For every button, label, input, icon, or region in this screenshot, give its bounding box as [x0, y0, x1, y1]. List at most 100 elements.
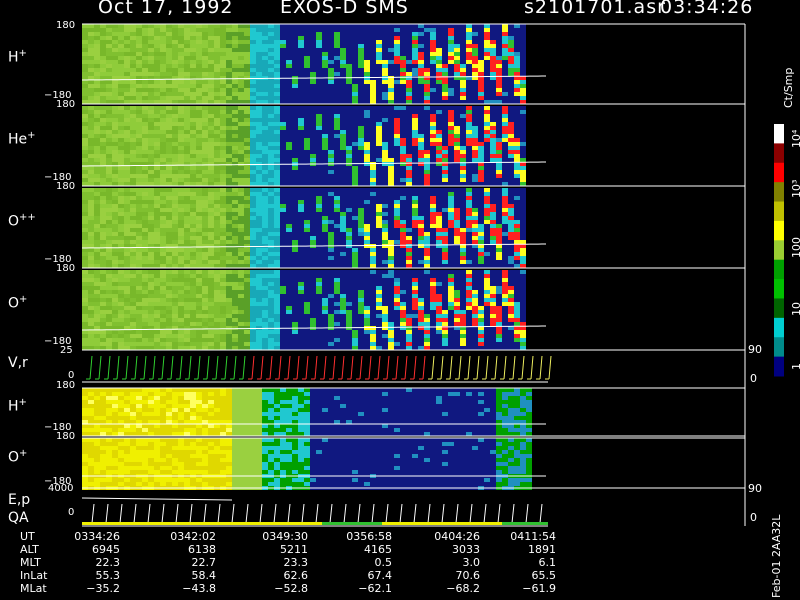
table-cell: 62.6 — [283, 569, 309, 582]
velocity-mark — [197, 355, 201, 380]
velocity-mark — [431, 355, 435, 380]
energy-mark — [231, 503, 235, 524]
panel-label-vr: V,r — [8, 355, 28, 371]
panel-label-ep: E,p — [8, 492, 31, 508]
energy-mark — [385, 503, 389, 524]
velocity-mark — [512, 355, 516, 380]
colorbar-segment — [774, 317, 784, 338]
velocity-mark — [332, 355, 336, 380]
energy-mark — [371, 503, 375, 524]
velocity-mark — [134, 355, 138, 380]
tick-label: 180 — [56, 181, 76, 192]
colorbar-tick-1e4: 10⁴ — [790, 129, 800, 148]
velocity-mark — [422, 355, 426, 380]
velocity-mark — [152, 355, 156, 380]
colorbar-segment — [774, 356, 784, 377]
right-tick: 90 — [748, 343, 762, 356]
panel-label-h-plus: H+ — [8, 48, 27, 66]
tick-label: 180 — [56, 20, 76, 31]
velocity-mark — [287, 355, 291, 380]
energy-mark — [259, 503, 263, 524]
velocity-mark — [170, 355, 174, 380]
energy-mark — [133, 503, 137, 524]
panel-label-he-plus: He+ — [8, 130, 36, 148]
table-cell: −62.1 — [358, 582, 392, 595]
velocity-mark — [260, 355, 264, 380]
velocity-mark — [233, 355, 237, 380]
table-cell: 6.1 — [538, 556, 557, 569]
energy-mark — [483, 503, 487, 524]
velocity-mark — [323, 355, 327, 380]
velocity-mark — [395, 355, 399, 380]
velocity-mark — [539, 355, 543, 380]
colorbar-tick-100: 100 — [790, 237, 800, 258]
velocity-mark — [458, 355, 462, 380]
qa-bar — [502, 522, 548, 525]
table-row: ALT 6945 6138 5211 4165 3033 1891 — [0, 543, 560, 557]
velocity-mark — [341, 355, 345, 380]
spectrogram-canvas — [81, 23, 784, 527]
velocity-mark — [386, 355, 390, 380]
row-header: MLat — [20, 582, 47, 595]
tick-label: 4000 — [48, 483, 74, 494]
velocity-mark — [314, 355, 318, 380]
colorbar-segment — [774, 201, 784, 222]
table-cell: 5211 — [280, 543, 308, 556]
velocity-mark — [530, 355, 534, 380]
right-tick: 0 — [750, 372, 757, 385]
velocity-mark — [125, 355, 129, 380]
table-cell: 65.5 — [531, 569, 557, 582]
panel-label-o-plus: O+ — [8, 294, 28, 312]
velocity-mark — [548, 355, 552, 380]
velocity-mark — [377, 355, 381, 380]
row-header: ALT — [20, 543, 39, 556]
velocity-mark — [440, 355, 444, 380]
velocity-mark — [449, 355, 453, 380]
table-cell: 58.4 — [191, 569, 217, 582]
table-cell: 4165 — [364, 543, 392, 556]
qa-bar — [382, 522, 502, 525]
energy-mark — [119, 503, 123, 524]
energy-mark — [469, 503, 473, 524]
energy-mark — [427, 503, 431, 524]
velocity-mark — [278, 355, 282, 380]
velocity-mark — [467, 355, 471, 380]
row-header: InLat — [20, 569, 48, 582]
energy-mark — [413, 503, 417, 524]
panel-label-h-plus-2: H+ — [8, 397, 27, 415]
colorbar-segment — [774, 143, 784, 164]
qa-bar — [82, 522, 322, 525]
right-tick: 90 — [748, 482, 762, 495]
velocity-mark — [269, 355, 273, 380]
energy-mark — [147, 503, 151, 524]
table-cell: 23.3 — [283, 556, 309, 569]
velocity-mark — [215, 355, 219, 380]
energy-mark — [315, 503, 319, 524]
energy-mark — [245, 503, 249, 524]
energy-mark — [273, 503, 277, 524]
velocity-mark — [143, 355, 147, 380]
table-cell: −52.8 — [274, 582, 308, 595]
tick-label: 180 — [56, 380, 76, 391]
colorbar-tick-1e3: 10³ — [790, 179, 800, 198]
energy-mark — [217, 503, 221, 524]
table-cell: 3033 — [452, 543, 480, 556]
velocity-mark — [368, 355, 372, 380]
velocity-mark — [224, 355, 228, 380]
colorbar-segment — [774, 162, 784, 183]
velocity-mark — [476, 355, 480, 380]
table-cell: 67.4 — [367, 569, 393, 582]
velocity-mark — [107, 355, 111, 380]
colorbar-segment — [774, 298, 784, 319]
velocity-mark — [98, 355, 102, 380]
energy-mark — [497, 503, 501, 524]
energy-mark — [511, 503, 515, 524]
energy-mark — [399, 503, 403, 524]
table-cell: 0.5 — [374, 556, 393, 569]
table-cell: 0411:54 — [510, 530, 556, 543]
colorbar-tick-1: 1 — [790, 363, 800, 370]
table-cell: 55.3 — [95, 569, 121, 582]
tick-label: 25 — [60, 345, 73, 356]
velocity-mark — [116, 355, 120, 380]
energy-mark — [329, 503, 333, 524]
